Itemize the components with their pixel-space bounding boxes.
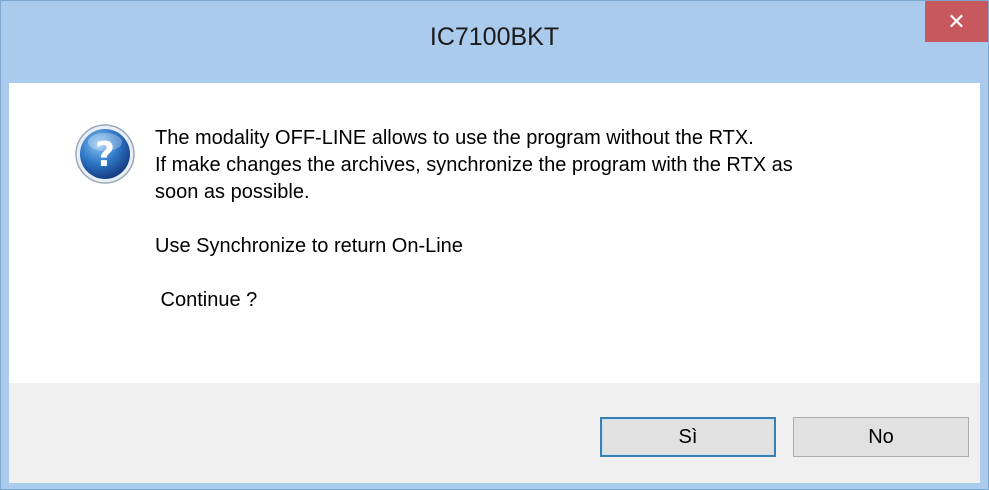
svg-text:?: ? (95, 135, 115, 175)
message-line (155, 206, 955, 233)
message-area: ? The modality OFF-LINE allows to use th… (9, 83, 980, 383)
message-line: The modality OFF-LINE allows to use the … (155, 127, 754, 149)
message-line: soon as possible. (155, 181, 310, 203)
message-line: Use Synchronize to return On-Line (155, 235, 463, 257)
message-line: If make changes the archives, synchroniz… (155, 154, 793, 176)
question-icon: ? (75, 124, 135, 184)
no-button[interactable]: No (793, 417, 969, 457)
yes-button[interactable]: Sì (600, 417, 776, 457)
message-text: The modality OFF-LINE allows to use the … (155, 125, 955, 314)
window-title: IC7100BKT (429, 23, 560, 51)
dialog-client-area: ? The modality OFF-LINE allows to use th… (9, 83, 980, 483)
close-button[interactable]: ✕ (925, 1, 988, 42)
close-icon: ✕ (947, 8, 966, 34)
button-bar: Sì No (9, 383, 980, 483)
message-line (155, 260, 955, 287)
message-dialog-window: IC7100BKT ✕ ? The modality OFF-LINE allo… (0, 0, 989, 490)
title-bar[interactable]: IC7100BKT ✕ (1, 1, 988, 83)
message-line: Continue ? (155, 289, 258, 311)
